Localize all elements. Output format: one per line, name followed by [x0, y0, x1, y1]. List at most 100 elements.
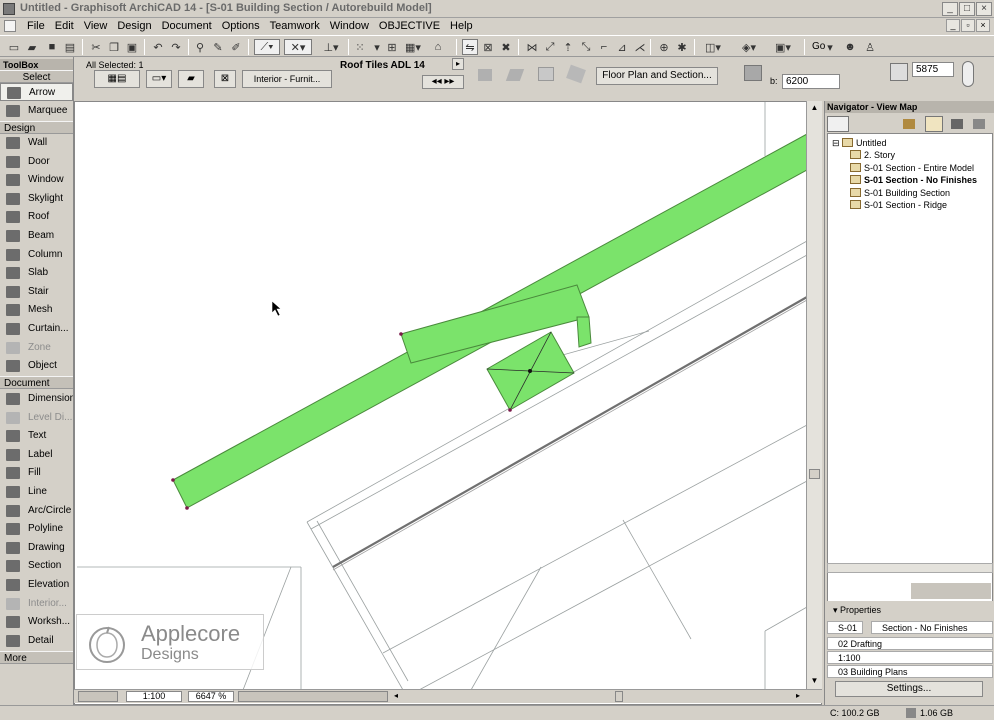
prop-row-1[interactable]: 1:100: [827, 651, 993, 664]
drag-icon[interactable]: ⤡: [578, 39, 594, 55]
doc-minimize-button[interactable]: _: [946, 19, 960, 32]
tool-beam[interactable]: Beam: [0, 227, 73, 245]
properties-header[interactable]: ▾ Properties: [833, 605, 881, 616]
view-map-item[interactable]: ⊟ Untitled: [832, 137, 887, 149]
doc-restore-button[interactable]: ▫: [961, 19, 975, 32]
shape-rotated-icon[interactable]: [566, 64, 586, 84]
tool-wall[interactable]: Wall: [0, 134, 73, 152]
link-chain-icon[interactable]: [962, 61, 974, 87]
h-scroll-thumb[interactable]: [615, 691, 623, 702]
print-icon[interactable]: ▤: [62, 39, 78, 55]
collapse-icon[interactable]: ⊟: [832, 138, 842, 148]
navigator-mode-icon[interactable]: [827, 116, 849, 132]
tool-text[interactable]: Text: [0, 427, 73, 445]
menu-view[interactable]: View: [79, 19, 113, 33]
maximize-button[interactable]: □: [959, 2, 975, 16]
nav-h-scrollbar[interactable]: [827, 563, 993, 573]
prop-row-2[interactable]: 03 Building Plans: [827, 665, 993, 678]
view-options-icon[interactable]: ◫▾: [702, 39, 724, 55]
tool-fill[interactable]: Fill: [0, 464, 73, 482]
tool-polyline[interactable]: Polyline: [0, 520, 73, 538]
intersect-icon[interactable]: ⋌: [632, 39, 648, 55]
menu-design[interactable]: Design: [112, 19, 156, 33]
scroll-thumb[interactable]: [809, 469, 820, 479]
tool-arc-circle[interactable]: Arc/Circle: [0, 502, 73, 520]
tool-dimension[interactable]: Dimension: [0, 390, 73, 408]
view-map-item[interactable]: S-01 Section - Entire Model: [850, 162, 974, 174]
tool-section[interactable]: Section: [0, 557, 73, 575]
grid-snap-icon[interactable]: ⁙: [352, 39, 368, 55]
scroll-right-icon[interactable]: ▸: [796, 691, 806, 702]
tool-detail[interactable]: Detail: [0, 632, 73, 650]
relative-construction-icon[interactable]: ✕▾: [284, 39, 312, 55]
more-section-header[interactable]: More: [0, 651, 73, 664]
tool-zone[interactable]: Zone: [0, 339, 73, 357]
nav-action-icons[interactable]: [911, 583, 991, 599]
vertex-node[interactable]: [171, 478, 175, 482]
tool-interior[interactable]: Interior...: [0, 595, 73, 613]
document-section-header[interactable]: Document: [0, 376, 73, 389]
layout-book-icon[interactable]: [951, 119, 963, 129]
eyedropper-button[interactable]: ⊠: [214, 70, 236, 88]
x-mark-icon[interactable]: ✖: [498, 39, 514, 55]
prop-name-field[interactable]: Section - No Finishes: [871, 621, 993, 634]
b-value-field[interactable]: 6200: [782, 74, 840, 89]
person-icon[interactable]: ♙: [862, 39, 878, 55]
zoom-field[interactable]: 6647 %: [188, 691, 234, 702]
cut-icon[interactable]: ✂: [88, 39, 104, 55]
menu-window[interactable]: Window: [325, 19, 374, 33]
trace-icon[interactable]: ⇋: [462, 39, 478, 55]
find-select-icon[interactable]: ⚲: [192, 39, 208, 55]
material-nav-buttons[interactable]: ◂◂ ▸▸: [422, 75, 464, 89]
tool-object[interactable]: Object: [0, 357, 73, 375]
vertex-node[interactable]: [399, 332, 403, 336]
elevate-icon[interactable]: ⇡: [560, 39, 576, 55]
canvas-vertical-scrollbar[interactable]: ▲ ▼: [806, 101, 822, 689]
menu-teamwork[interactable]: Teamwork: [265, 19, 325, 33]
geometry-method-button[interactable]: ▭▾: [146, 70, 172, 88]
close-button[interactable]: ×: [976, 2, 992, 16]
open-folder-icon[interactable]: ▰: [24, 39, 40, 55]
prop-row-0[interactable]: 02 Drafting: [827, 637, 993, 650]
zoom-tools-icons[interactable]: [238, 691, 388, 702]
save-icon[interactable]: ■: [44, 39, 60, 55]
walk-icon[interactable]: ☻: [842, 39, 858, 55]
section-marker-icon[interactable]: ⊠: [480, 39, 496, 55]
section-drawing[interactable]: [75, 102, 821, 690]
tool-window[interactable]: Window: [0, 171, 73, 189]
tool-worksh[interactable]: Worksh...: [0, 613, 73, 631]
roof-ridge-step[interactable]: [576, 316, 592, 348]
scale-field[interactable]: 1:100: [126, 691, 182, 702]
gravity-icon[interactable]: ⊥▾: [318, 39, 344, 55]
tool-stair[interactable]: Stair: [0, 283, 73, 301]
go-dropdown-icon[interactable]: ▾: [824, 39, 836, 55]
menu-options[interactable]: Options: [217, 19, 265, 33]
tool-door[interactable]: Door: [0, 153, 73, 171]
document-icon[interactable]: [4, 20, 16, 32]
rotate-icon[interactable]: ⤢: [542, 39, 558, 55]
shape-square-icon[interactable]: [478, 69, 492, 81]
new-file-icon[interactable]: ▭: [6, 39, 22, 55]
floor-plan-section-button[interactable]: Floor Plan and Section...: [596, 67, 718, 85]
tool-roof[interactable]: Roof: [0, 208, 73, 226]
tool-column[interactable]: Column: [0, 246, 73, 264]
tool-skylight[interactable]: Skylight: [0, 190, 73, 208]
shape-box-icon[interactable]: [538, 67, 554, 81]
zoom-options-icon[interactable]: ◈▾: [738, 39, 760, 55]
offset-icon[interactable]: ⌐: [596, 39, 612, 55]
3d-cut-icon[interactable]: ⊕: [656, 39, 672, 55]
explode-icon[interactable]: ✱: [674, 39, 690, 55]
tool-elevation[interactable]: Elevation: [0, 576, 73, 594]
publisher-icon[interactable]: [973, 119, 985, 129]
top-value-field[interactable]: 5875: [912, 62, 954, 77]
tool-slab[interactable]: Slab: [0, 264, 73, 282]
menu-help[interactable]: Help: [445, 19, 478, 33]
display-options-icon[interactable]: ▣▾: [772, 39, 794, 55]
copy-icon[interactable]: ❐: [106, 39, 122, 55]
tool-line[interactable]: Line: [0, 483, 73, 501]
inject-parameters-icon[interactable]: ✐: [228, 39, 244, 55]
pick-up-parameters-icon[interactable]: ✎: [210, 39, 226, 55]
tool-drawing[interactable]: Drawing: [0, 539, 73, 557]
tool-curtain[interactable]: Curtain...: [0, 320, 73, 338]
view-map-item[interactable]: S-01 Section - Ridge: [850, 199, 947, 211]
